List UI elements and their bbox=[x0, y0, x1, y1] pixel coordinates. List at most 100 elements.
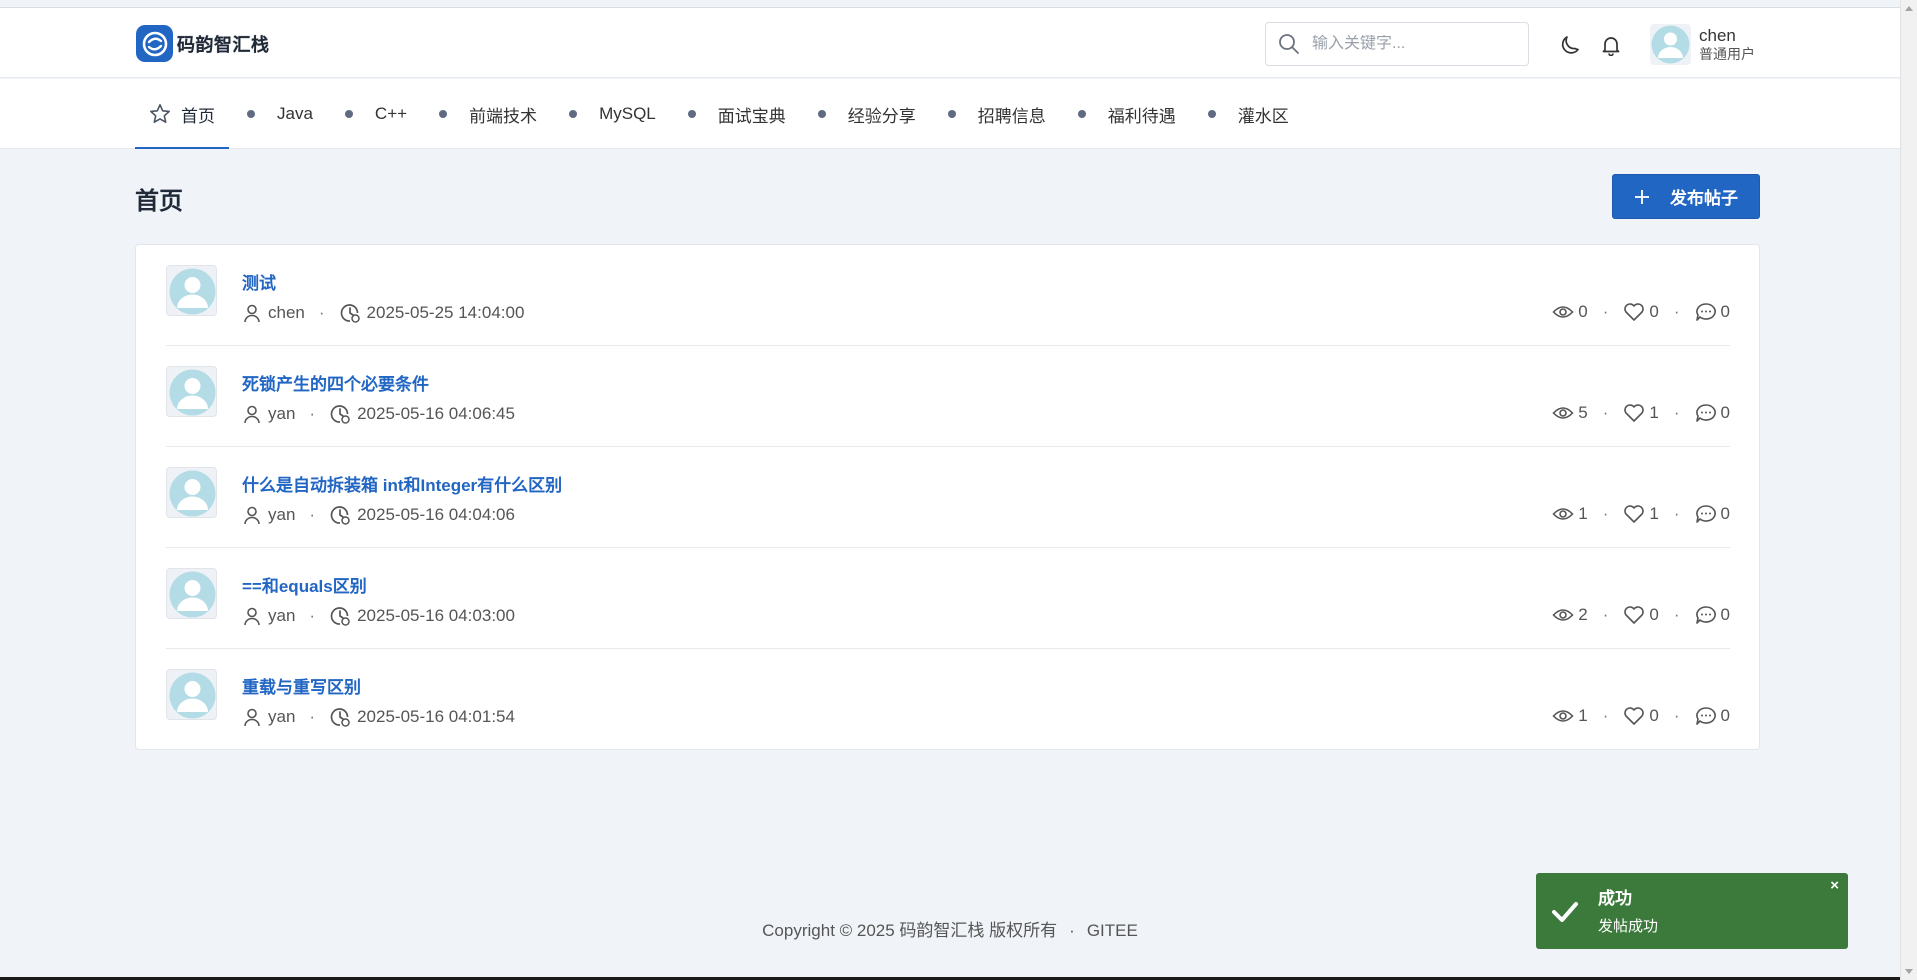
stats-separator: · bbox=[1673, 706, 1680, 725]
post-meta: chen · 2025-05-25 14:04:00 bbox=[242, 302, 524, 324]
nav-item-3[interactable]: 前端技术 bbox=[421, 79, 551, 149]
stats-separator: · bbox=[1602, 706, 1609, 725]
avatar[interactable] bbox=[166, 366, 217, 417]
comment-count[interactable]: 0 bbox=[1695, 403, 1730, 423]
nav-item-4[interactable]: MySQL bbox=[551, 79, 670, 149]
comment-count[interactable]: 0 bbox=[1695, 504, 1730, 524]
comment-count-value: 0 bbox=[1720, 706, 1730, 725]
comment-icon[interactable] bbox=[1695, 706, 1717, 726]
stats-separator: · bbox=[1673, 403, 1680, 422]
heart-icon[interactable] bbox=[1623, 302, 1645, 322]
gitee-link[interactable]: GITEE bbox=[1087, 921, 1138, 940]
vertical-scrollbar[interactable] bbox=[1900, 0, 1917, 980]
meta-separator: · bbox=[309, 606, 316, 625]
post-time: 2025-05-16 04:04:06 bbox=[357, 505, 515, 524]
post-row: 什么是自动拆装箱 int和Integer有什么区别 yan · 2025-05-16 … bbox=[166, 447, 1730, 548]
post-time: 2025-05-16 04:03:00 bbox=[357, 606, 515, 625]
search-input[interactable] bbox=[1312, 35, 1512, 53]
avatar[interactable] bbox=[166, 467, 217, 518]
scroll-up-arrow-icon[interactable] bbox=[1905, 6, 1913, 11]
like-count[interactable]: 0 bbox=[1623, 706, 1659, 726]
post-author[interactable]: yan bbox=[268, 505, 295, 525]
nav-item-9[interactable]: 灌水区 bbox=[1190, 79, 1303, 149]
publish-post-button[interactable]: 发布帖子 bbox=[1612, 174, 1760, 219]
moon-icon[interactable] bbox=[1559, 34, 1581, 56]
avatar[interactable] bbox=[166, 568, 217, 619]
nav-item-7[interactable]: 招聘信息 bbox=[930, 79, 1060, 149]
post-author[interactable]: chen bbox=[268, 303, 305, 323]
avatar[interactable] bbox=[166, 669, 217, 720]
user-icon bbox=[244, 405, 260, 424]
user-menu[interactable]: chen 普通用户 bbox=[1650, 24, 1755, 65]
toast-message: 发帖成功 bbox=[1598, 918, 1659, 935]
comment-count[interactable]: 0 bbox=[1695, 302, 1730, 322]
comment-icon[interactable] bbox=[1695, 605, 1717, 625]
bell-icon[interactable] bbox=[1600, 34, 1622, 56]
toast-close-button[interactable]: × bbox=[1830, 877, 1839, 894]
heart-icon[interactable] bbox=[1623, 605, 1645, 625]
star-icon bbox=[150, 104, 170, 123]
eye-icon bbox=[1552, 710, 1574, 722]
like-count[interactable]: 1 bbox=[1623, 403, 1659, 423]
stats-separator: · bbox=[1602, 302, 1609, 321]
post-title-link[interactable]: 重载与重写区别 bbox=[242, 673, 361, 698]
view-count: 2 bbox=[1552, 605, 1588, 625]
nav-item-5[interactable]: 面试宝典 bbox=[670, 79, 800, 149]
heart-icon[interactable] bbox=[1623, 403, 1645, 423]
view-count-value: 5 bbox=[1578, 403, 1588, 422]
nav-item-label: Java bbox=[277, 104, 313, 123]
logo-icon bbox=[136, 25, 173, 62]
post-stats: 2 · 0 · 0 bbox=[1552, 605, 1730, 625]
post-title-link[interactable]: 什么是自动拆装箱 int和Integer有什么区别 bbox=[242, 471, 562, 496]
avatar[interactable] bbox=[166, 265, 217, 316]
clock-icon bbox=[330, 506, 350, 525]
meta-separator: · bbox=[309, 505, 316, 524]
user-icon bbox=[244, 708, 260, 727]
like-count-value: 0 bbox=[1649, 605, 1659, 624]
nav-item-8[interactable]: 福利待遇 bbox=[1060, 79, 1190, 149]
post-title-link[interactable]: ==和equals区别 bbox=[242, 572, 367, 597]
nav-dot-icon bbox=[817, 110, 826, 118]
comment-count[interactable]: 0 bbox=[1695, 706, 1730, 726]
nav-item-1[interactable]: Java bbox=[229, 79, 327, 149]
clock-icon bbox=[330, 708, 350, 727]
post-row: 重载与重写区别 yan · 2025-05-16 04:01:54 1 · 0 · 0 bbox=[166, 649, 1730, 750]
nav-item-0[interactable]: 首页 bbox=[135, 79, 229, 149]
user-icon bbox=[244, 304, 260, 323]
post-title-link[interactable]: 测试 bbox=[242, 269, 276, 294]
site-logo[interactable]: 码韵智汇栈 bbox=[136, 25, 270, 62]
heart-icon[interactable] bbox=[1623, 504, 1645, 524]
nav-item-6[interactable]: 经验分享 bbox=[800, 79, 930, 149]
post-title-link[interactable]: 死锁产生的四个必要条件 bbox=[242, 370, 429, 395]
view-count-value: 0 bbox=[1578, 302, 1588, 321]
nav-dot-icon bbox=[569, 110, 578, 118]
nav-item-2[interactable]: C++ bbox=[327, 79, 421, 149]
post-stats: 1 · 0 · 0 bbox=[1552, 706, 1730, 726]
comment-icon[interactable] bbox=[1695, 504, 1717, 524]
category-nav: 首页 Java C++ 前端技术 MySQL 面试宝典 经验分享 招聘信息 福利待遇 灌水区 bbox=[0, 79, 1900, 149]
comment-count-value: 0 bbox=[1720, 504, 1730, 523]
meta-separator: · bbox=[309, 707, 316, 726]
page-title: 首页 bbox=[135, 188, 183, 215]
post-author[interactable]: yan bbox=[268, 606, 295, 626]
post-list: 测试 chen · 2025-05-25 14:04:00 0 · 0 · 0 死锁产生的四个必要… bbox=[135, 244, 1760, 750]
eye-icon bbox=[1552, 609, 1574, 621]
search-box bbox=[1265, 22, 1529, 66]
post-author[interactable]: yan bbox=[268, 404, 295, 424]
comment-icon[interactable] bbox=[1695, 403, 1717, 423]
comment-count[interactable]: 0 bbox=[1695, 605, 1730, 625]
comment-icon[interactable] bbox=[1695, 302, 1717, 322]
post-author[interactable]: yan bbox=[268, 707, 295, 727]
user-name: chen bbox=[1699, 25, 1736, 45]
search-icon[interactable] bbox=[1278, 33, 1300, 55]
nav-dot-icon bbox=[439, 110, 448, 118]
like-count[interactable]: 0 bbox=[1623, 605, 1659, 625]
user-icon bbox=[244, 506, 260, 525]
like-count[interactable]: 1 bbox=[1623, 504, 1659, 524]
window-top-edge bbox=[0, 0, 1900, 8]
view-count: 1 bbox=[1552, 504, 1588, 524]
heart-icon[interactable] bbox=[1623, 706, 1645, 726]
scroll-down-arrow-icon[interactable] bbox=[1905, 969, 1913, 974]
like-count[interactable]: 0 bbox=[1623, 302, 1659, 322]
stats-separator: · bbox=[1602, 504, 1609, 523]
